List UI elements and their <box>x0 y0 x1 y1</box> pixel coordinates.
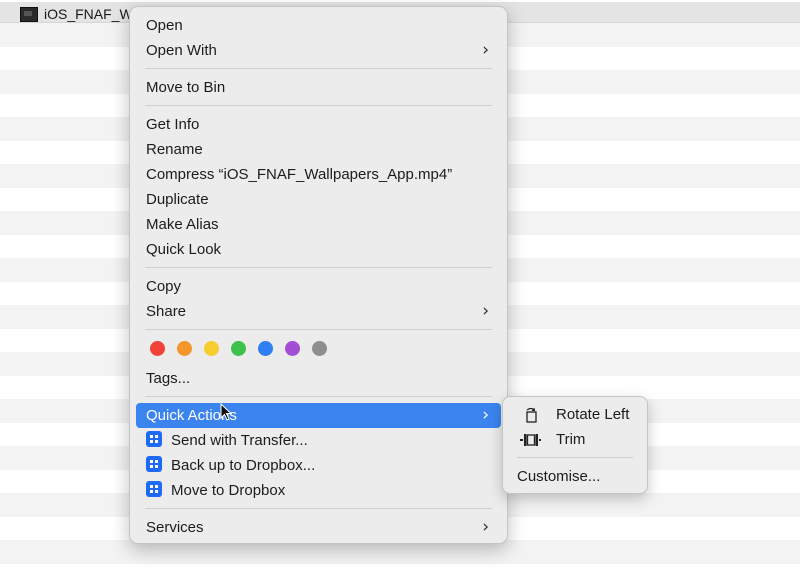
menu-item-compress[interactable]: Compress “iOS_FNAF_Wallpapers_App.mp4” <box>136 162 501 187</box>
dropbox-icon <box>146 456 162 473</box>
menu-item-label: Copy <box>146 278 182 295</box>
tag-grey-dot[interactable] <box>312 341 327 356</box>
menu-item-tags[interactable]: Tags... <box>136 366 501 391</box>
menu-item-open[interactable]: Open <box>136 13 501 38</box>
submenu-item-customise[interactable]: Customise... <box>509 465 641 489</box>
menu-item-quick-actions[interactable]: Quick Actions › <box>136 403 501 428</box>
menu-item-move-to-bin[interactable]: Move to Bin <box>136 75 501 100</box>
menu-separator <box>145 508 492 509</box>
submenu-item-rotate-left[interactable]: Rotate Left <box>509 403 641 427</box>
menu-item-get-info[interactable]: Get Info <box>136 112 501 137</box>
chevron-right-icon: › <box>482 301 489 321</box>
menu-item-make-alias[interactable]: Make Alias <box>136 212 501 237</box>
chevron-right-icon: › <box>482 517 489 537</box>
submenu-item-label: Trim <box>556 431 586 448</box>
menu-separator <box>145 105 492 106</box>
tag-green-dot[interactable] <box>231 341 246 356</box>
tag-purple-dot[interactable] <box>285 341 300 356</box>
menu-item-label: Open With <box>146 42 217 59</box>
tag-orange-dot[interactable] <box>177 341 192 356</box>
menu-item-move-to-dropbox[interactable]: Move to Dropbox <box>136 478 501 503</box>
menu-separator <box>145 68 492 69</box>
dropbox-icon <box>146 431 162 448</box>
menu-item-label: Make Alias <box>146 216 219 233</box>
video-file-icon <box>20 7 38 22</box>
chevron-right-icon: › <box>482 405 489 425</box>
menu-item-label: Get Info <box>146 116 200 133</box>
menu-item-label: Move to Dropbox <box>171 482 286 499</box>
menu-item-copy[interactable]: Copy <box>136 274 501 299</box>
context-menu: Open Open With › Move to Bin Get Info Re… <box>129 6 508 544</box>
menu-item-open-with[interactable]: Open With › <box>136 38 501 63</box>
menu-item-label: Send with Transfer... <box>171 432 308 449</box>
mouse-pointer-icon <box>220 403 232 421</box>
dropbox-icon <box>146 481 162 498</box>
quick-actions-submenu: Rotate Left Trim Customise... <box>502 396 648 494</box>
menu-separator <box>145 396 492 397</box>
trim-icon <box>520 434 541 446</box>
menu-item-label: Share <box>146 303 187 320</box>
tag-red-dot[interactable] <box>150 341 165 356</box>
menu-item-label: Open <box>146 17 183 34</box>
rotate-left-icon <box>526 407 537 423</box>
menu-item-label: Move to Bin <box>146 79 226 96</box>
menu-item-label: Rename <box>146 141 203 158</box>
menu-separator <box>145 267 492 268</box>
submenu-item-trim[interactable]: Trim <box>509 428 641 452</box>
file-name: iOS_FNAF_Wa <box>44 6 136 22</box>
menu-item-label: Tags... <box>146 370 191 387</box>
menu-item-label: Duplicate <box>146 191 209 208</box>
menu-item-label: Services <box>146 519 204 536</box>
submenu-item-label: Customise... <box>517 468 601 485</box>
tag-yellow-dot[interactable] <box>204 341 219 356</box>
menu-item-services[interactable]: Services › <box>136 515 501 540</box>
submenu-item-label: Rotate Left <box>556 406 630 423</box>
menu-item-back-up-to-dropbox[interactable]: Back up to Dropbox... <box>136 453 501 478</box>
menu-item-duplicate[interactable]: Duplicate <box>136 187 501 212</box>
menu-item-share[interactable]: Share › <box>136 299 501 324</box>
menu-item-label: Compress “iOS_FNAF_Wallpapers_App.mp4” <box>146 166 453 183</box>
menu-separator <box>145 329 492 330</box>
tag-blue-dot[interactable] <box>258 341 273 356</box>
menu-separator <box>517 457 633 458</box>
chevron-right-icon: › <box>482 40 489 60</box>
menu-item-quick-look[interactable]: Quick Look <box>136 237 501 262</box>
menu-item-label: Back up to Dropbox... <box>171 457 316 474</box>
menu-item-label: Quick Look <box>146 241 222 258</box>
menu-item-rename[interactable]: Rename <box>136 137 501 162</box>
menu-item-send-with-transfer[interactable]: Send with Transfer... <box>136 428 501 453</box>
